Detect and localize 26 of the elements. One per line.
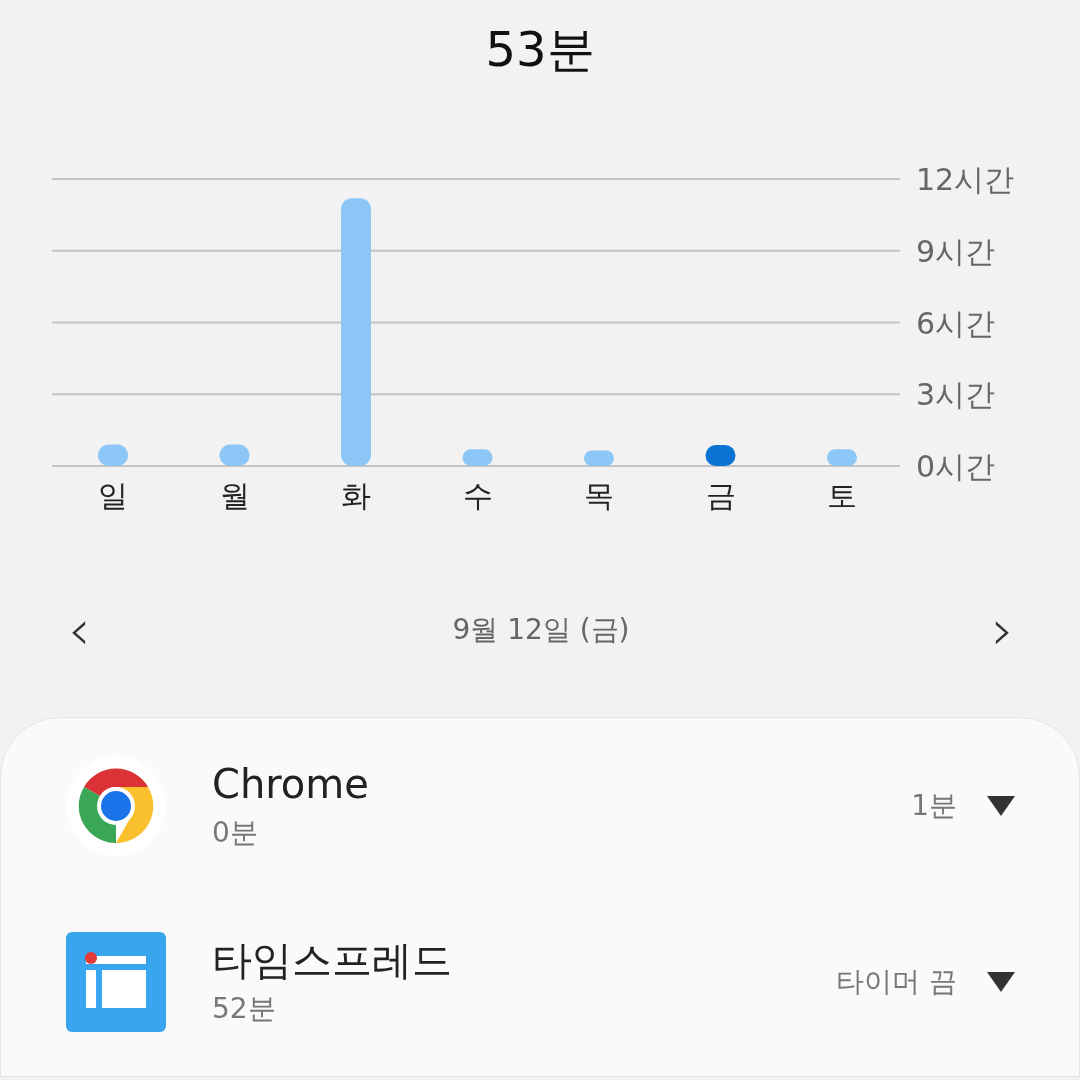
axis-label: 3시간 [916,377,996,413]
bar[interactable] [705,444,736,466]
previous-day-button[interactable]: ‹ [64,600,95,660]
dropdown-icon[interactable] [987,972,1015,992]
day-label: 토 [827,478,857,513]
app-usage: 52분 [212,991,277,1027]
total-time: 53분 [485,20,595,79]
app-name: Chrome [212,760,370,808]
selected-date: 9월 12일 (금) [452,612,630,648]
axis-label: 12시간 [916,162,1015,197]
day-label: 목 [584,478,614,513]
day-label: 수 [462,478,493,513]
axis-label: 6시간 [916,305,996,341]
axis-label: 0시간 [916,449,996,484]
axis-label: 9시간 [916,233,996,269]
day-label: 월 [219,478,250,513]
timer-value[interactable]: 타이머 끔 [836,963,957,1001]
timer-value[interactable]: 1분 [911,787,957,825]
day-label: 일 [98,478,128,513]
app-usage: 0분 [212,815,259,851]
grid-layout-icon [66,932,166,1032]
dropdown-icon[interactable] [987,796,1015,816]
day-label: 화 [341,478,371,513]
day-label: 금 [705,478,736,513]
next-day-button[interactable]: › [987,600,1018,660]
app-name: 타임스프레드 [212,936,453,984]
